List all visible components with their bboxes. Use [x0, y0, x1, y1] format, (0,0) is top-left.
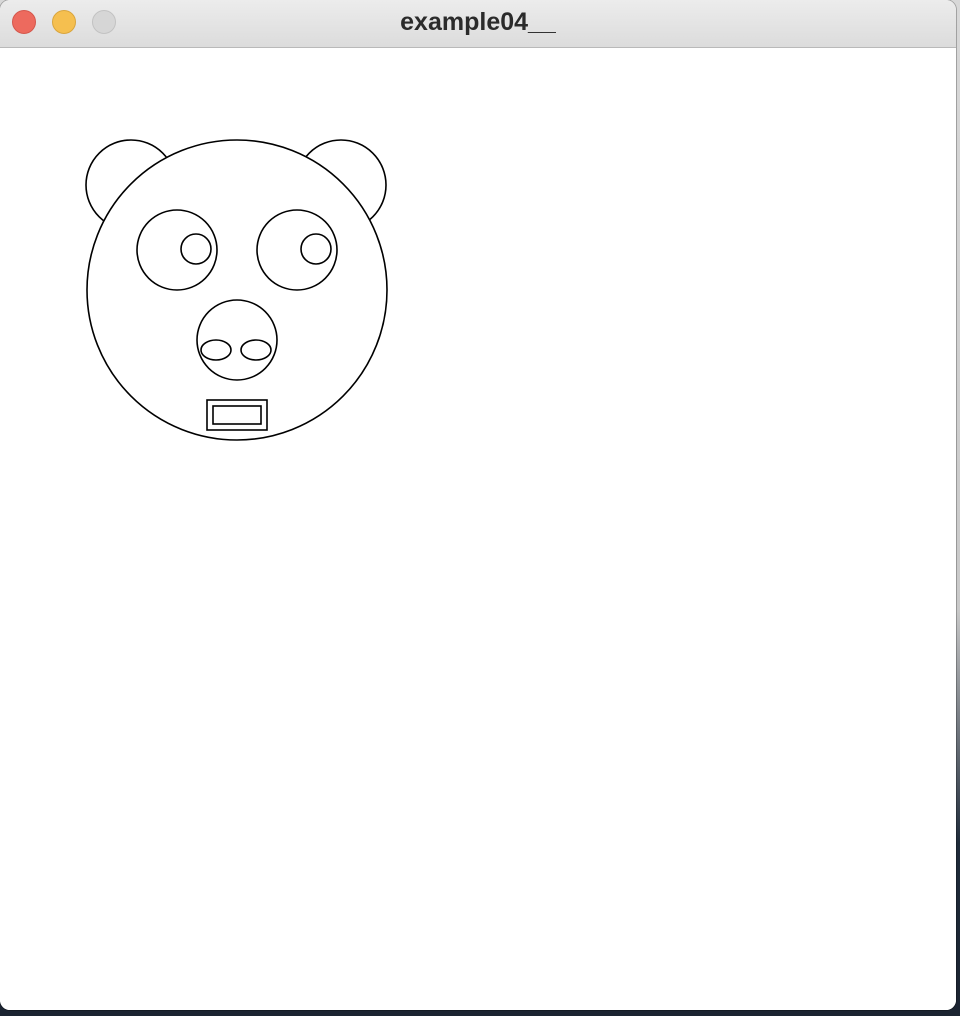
bear-face-drawing — [85, 139, 388, 441]
app-window: example04__ — [0, 0, 956, 1010]
window-title: example04__ — [400, 8, 556, 36]
right-pupil-shape — [300, 233, 332, 265]
title-bar[interactable]: example04__ — [0, 0, 956, 48]
head-shape — [86, 139, 388, 441]
snout-shape — [196, 299, 278, 381]
right-nostril-shape — [240, 339, 272, 361]
left-nostril-shape — [200, 339, 232, 361]
left-pupil-shape — [180, 233, 212, 265]
sketch-canvas[interactable] — [0, 48, 956, 1010]
mouth-inner-shape — [212, 405, 262, 425]
